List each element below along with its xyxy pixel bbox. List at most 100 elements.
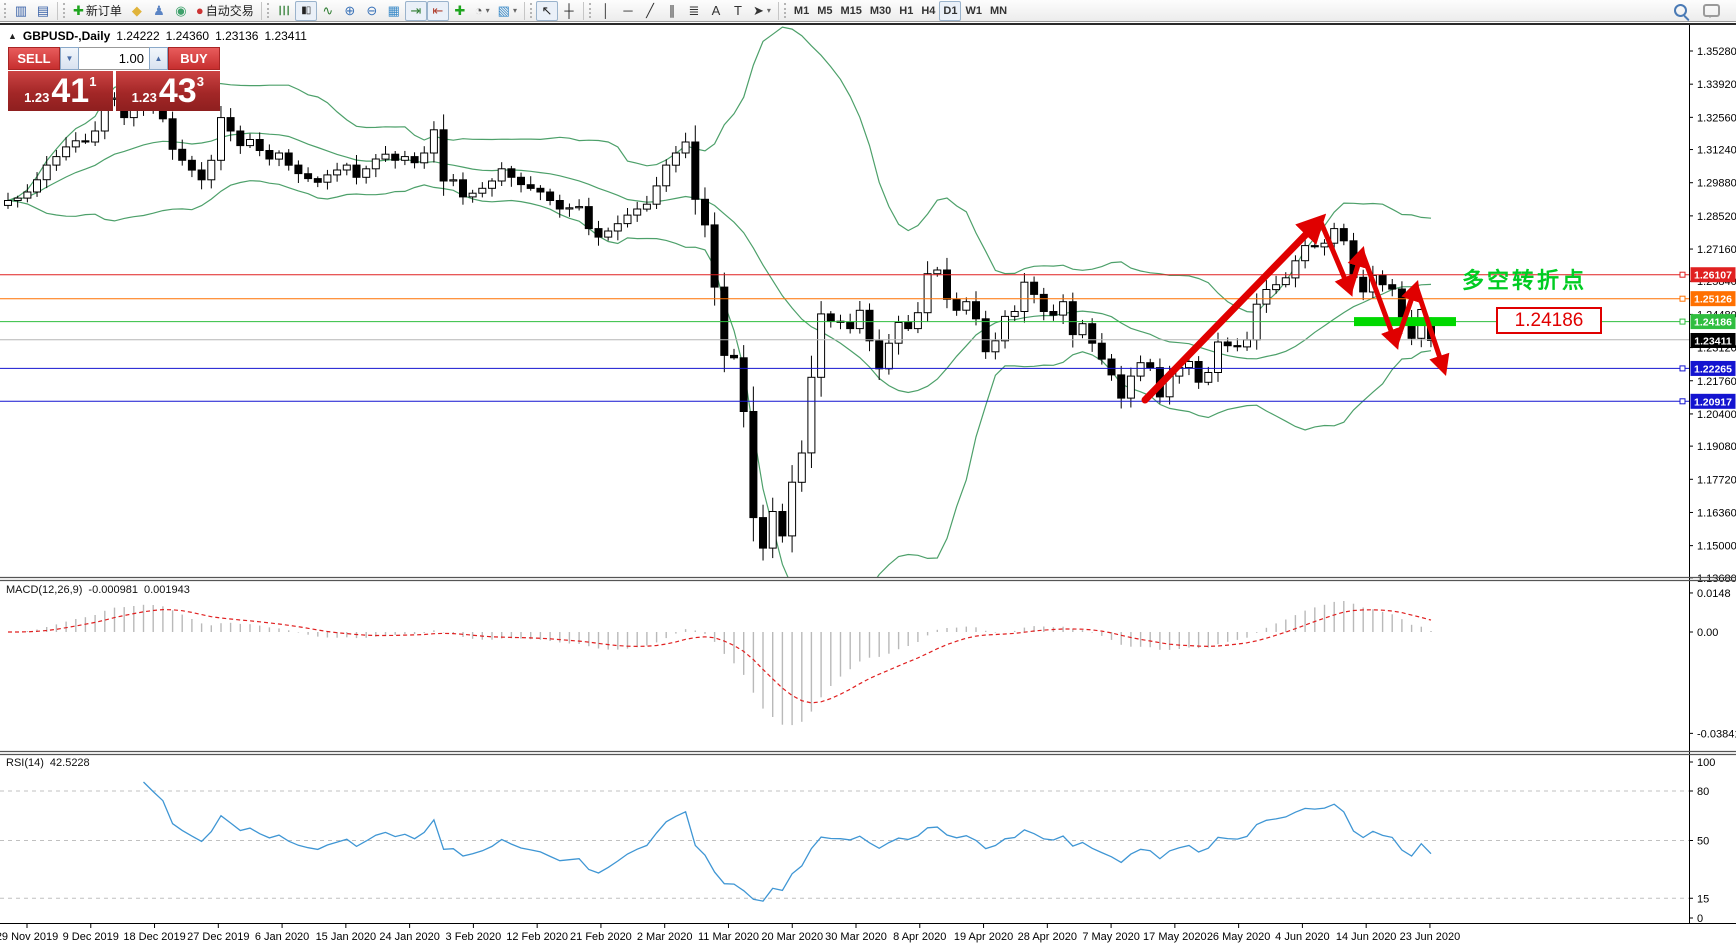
search-button[interactable] (1669, 1, 1691, 21)
hline-handle[interactable] (1679, 398, 1686, 405)
candle-body (1068, 301, 1077, 336)
candle-body (265, 150, 274, 160)
fibonacci-tool-button[interactable]: ≣ (683, 1, 705, 21)
candle-body (52, 156, 61, 166)
horizontal-line-tool-button[interactable]: ─ (617, 1, 639, 21)
chart-shift-button[interactable]: ⇤ (426, 0, 449, 21)
candle-body (1388, 284, 1397, 290)
tf-d1-button[interactable]: D1 (939, 0, 962, 21)
toolbar-right (1669, 1, 1734, 21)
metaeditor-button[interactable]: ◆ (126, 1, 148, 21)
volume-down-button[interactable]: ▼ (60, 47, 79, 70)
sell-price[interactable]: 1.23 41 1 (8, 71, 113, 111)
tf-h1-button[interactable]: H1 (895, 1, 917, 21)
toolbar: ▥ ▤ ✚ 新订单 ◆ ♟ ◉ ● 自动交易 ☰ ▮▯ ∿ ⊕ ⊖ ▦ ⇥ ⇤ ✚ ◔ ▾ ▧ ▾ ↖ ┼ │ ─ ╱ ∥ ≣ A T ➤ ▾ M… (0, 0, 1736, 22)
candle-body (1146, 362, 1155, 369)
date-axis-label: 7 May 2020 (1082, 931, 1139, 943)
toolbar-separator (57, 1, 58, 20)
vertical-line-tool-button[interactable]: │ (595, 1, 617, 21)
pane-separators[interactable] (0, 576, 1736, 756)
autotrading-button[interactable]: ● 自动交易 (192, 1, 258, 21)
candle-body (1078, 323, 1087, 336)
tf-d1-label: D1 (943, 4, 958, 17)
candle-body (459, 179, 467, 198)
toolbar-grip (529, 3, 532, 18)
trend-arrow[interactable] (1359, 249, 1401, 350)
tf-w1-button[interactable]: W1 (961, 1, 986, 21)
candle-body (797, 452, 806, 483)
signals-button[interactable]: ◉ (170, 1, 192, 21)
price-tag-label: 1.26107 (1694, 270, 1732, 282)
zoom-out-button[interactable]: ⊖ (361, 1, 383, 21)
price-callout-annotation[interactable]: 1.24186 (1496, 307, 1602, 334)
candle-body (1059, 301, 1068, 316)
text-tool-button[interactable]: A (705, 1, 727, 21)
templates-dropdown-icon[interactable]: ▾ (513, 6, 517, 15)
chart-profiles-button[interactable]: ▤ (32, 1, 54, 21)
price-axis-label: 1.19080 (1697, 441, 1736, 453)
tile-windows-button[interactable]: ▦ (383, 1, 405, 21)
tile-windows-icon: ▦ (387, 3, 400, 18)
turning-point-annotation[interactable]: 多空转折点 (1462, 263, 1587, 295)
arrows-tool-dropdown-icon[interactable]: ▾ (767, 6, 771, 15)
volume-stepper: ▼ ▲ (60, 47, 168, 70)
macd-axis-label: 0.00 (1697, 627, 1718, 639)
sell-button[interactable]: SELL (8, 47, 60, 70)
zoom-in-button[interactable]: ⊕ (339, 1, 361, 21)
price-axis-label: 1.21760 (1697, 376, 1736, 388)
hline-handle[interactable] (1679, 318, 1686, 325)
chat-button[interactable] (1699, 1, 1724, 21)
candlestick-mode-button[interactable]: ▮▯ (294, 0, 317, 21)
equidistant-channel-tool-button[interactable]: ∥ (661, 1, 683, 21)
new-order-icon: ✚ (73, 3, 84, 18)
templates-button[interactable]: ▧ ▾ (494, 1, 521, 21)
tf-m15-button[interactable]: M15 (836, 1, 865, 21)
rsi-axis-label: 100 (1697, 757, 1715, 769)
candle-body (71, 140, 80, 148)
toolbar-grip (63, 3, 65, 18)
tf-mn-button[interactable]: MN (986, 1, 1011, 21)
hline-handle[interactable] (1679, 295, 1686, 302)
hline-handle[interactable] (1679, 271, 1686, 278)
new-chart-button[interactable]: ▥ (10, 1, 32, 21)
candle-body (168, 118, 177, 150)
tf-h4-button[interactable]: H4 (917, 1, 939, 21)
tf-m5-button[interactable]: M5 (813, 1, 836, 21)
trend-arrow[interactable] (1141, 213, 1327, 404)
new-order-button[interactable]: ✚ 新订单 (69, 1, 126, 21)
periods-button[interactable]: ◔ ▾ (471, 1, 494, 21)
volume-up-button[interactable]: ▲ (149, 47, 168, 70)
trendline-tool-button[interactable]: ╱ (639, 1, 661, 21)
auto-scroll-button[interactable]: ⇥ (404, 0, 427, 21)
bar-chart-mode-button[interactable]: ☰ (273, 1, 295, 21)
candle-body (807, 376, 816, 454)
buy-price[interactable]: 1.23 43 3 (115, 71, 220, 111)
ohlc-low: 1.23136 (215, 29, 259, 43)
candle-body (913, 312, 922, 330)
periods-dropdown-icon[interactable]: ▾ (486, 6, 490, 15)
price-axis: 1.35280 1.33920 1.32560 1.31240 1.29880 1.285… (1689, 25, 1736, 925)
arrows-tool-button[interactable]: ➤ ▾ (749, 1, 775, 21)
candle-body (352, 164, 361, 178)
tf-m1-button[interactable]: M1 (790, 1, 813, 21)
date-axis-label: 19 Apr 2020 (954, 931, 1013, 943)
candle-body (217, 117, 225, 161)
annotations[interactable] (1141, 213, 1456, 404)
collapse-panel-icon[interactable]: ▲ (8, 31, 17, 41)
tf-m30-button[interactable]: M30 (866, 1, 895, 21)
line-chart-mode-button[interactable]: ∿ (317, 1, 339, 21)
buy-button[interactable]: BUY (168, 47, 220, 70)
text-label-tool-button[interactable]: T (727, 1, 749, 21)
indicators-button[interactable]: ✚ (449, 1, 471, 21)
cursor-tool-button[interactable]: ↖ (535, 0, 558, 21)
hline-handle[interactable] (1679, 365, 1686, 372)
candle-body (1262, 289, 1271, 305)
volume-input[interactable] (79, 47, 149, 70)
crosshair-tool-button[interactable]: ┼ (558, 1, 580, 21)
date-axis-label: 24 Jan 2020 (379, 931, 440, 943)
price-axis-label: 1.32560 (1697, 112, 1736, 124)
mql5-community-button[interactable]: ♟ (148, 1, 170, 21)
chart-canvas[interactable]: 1.35280 1.33920 1.32560 1.31240 1.29880 1.285… (0, 25, 1736, 948)
chart-profiles-icon: ▤ (36, 3, 50, 18)
candle-body (1281, 277, 1290, 286)
